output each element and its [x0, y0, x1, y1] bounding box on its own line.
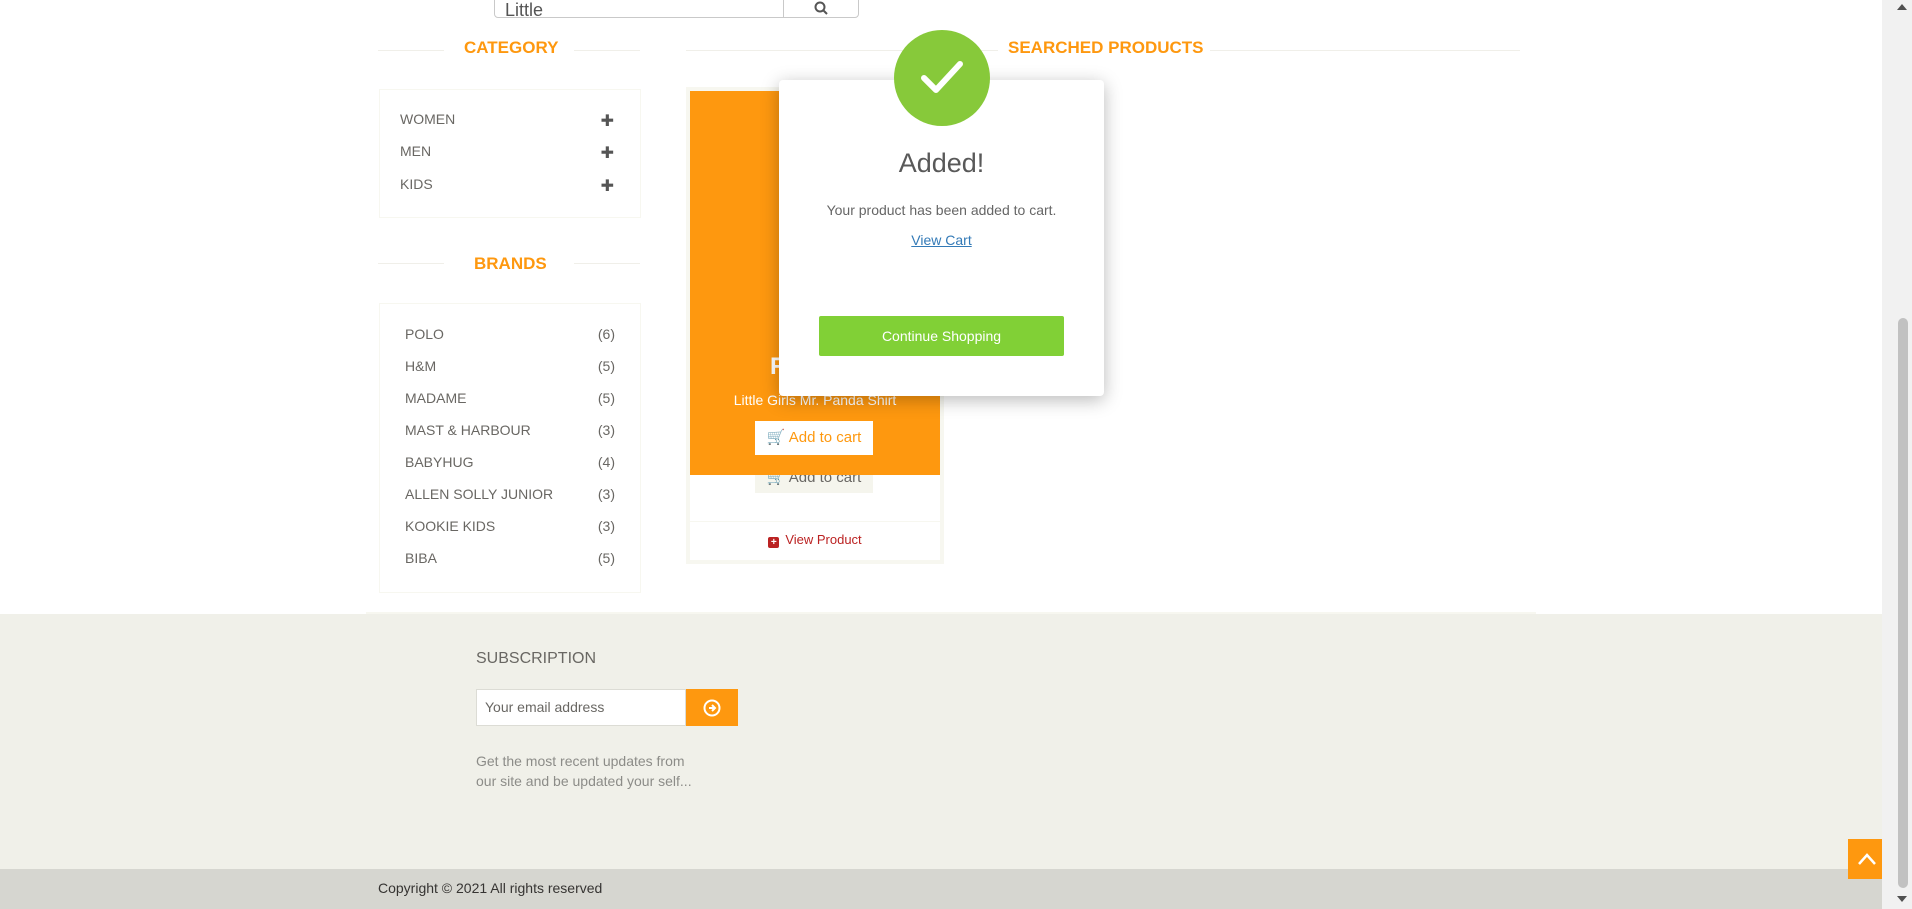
search-button[interactable]: [783, 0, 859, 18]
brands-title-line-right: [574, 263, 640, 264]
subscribe-button[interactable]: [686, 689, 738, 726]
plus-icon[interactable]: ✚: [601, 143, 614, 163]
search-icon: [814, 1, 828, 15]
chevron-up-icon: [1858, 853, 1876, 865]
search-input-value: Little: [505, 0, 544, 18]
category-item-men[interactable]: MEN ✚: [400, 143, 620, 163]
brands-panel: POLO (6) H&M (5) MADAME (5) MAST & HARBO…: [379, 303, 641, 593]
footer-widget: [0, 614, 1882, 869]
footer-bottom: [0, 869, 1882, 909]
email-field[interactable]: Your email address: [476, 689, 686, 726]
view-product-link[interactable]: + View Product: [690, 532, 940, 548]
brand-count: (6): [597, 326, 615, 342]
brand-name: BIBA: [405, 550, 437, 566]
added-to-cart-modal: Added! Your product has been added to ca…: [779, 80, 1104, 396]
view-cart-link[interactable]: View Cart: [779, 232, 1104, 248]
brands-title: BRANDS: [474, 254, 547, 273]
category-title-line-left: [378, 50, 444, 51]
brand-name: ALLEN SOLLY JUNIOR: [405, 486, 554, 502]
plus-icon[interactable]: ✚: [601, 111, 614, 131]
subscription-title: SUBSCRIPTION: [476, 650, 597, 667]
category-title: CATEGORY: [464, 38, 559, 57]
brand-count: (5): [597, 550, 615, 566]
add-to-cart-button[interactable]: 🛒 Add to cart: [755, 421, 873, 455]
brand-item[interactable]: BABYHUG (4): [405, 454, 615, 474]
modal-message: Your product has been added to cart.: [826, 202, 1057, 218]
plus-icon[interactable]: ✚: [601, 176, 614, 196]
brand-item[interactable]: MAST & HARBOUR (3): [405, 422, 615, 442]
category-title-line-right: [574, 50, 640, 51]
brand-item[interactable]: H&M (5): [405, 358, 615, 378]
copyright-text: Copyright © 2021 All rights reserved: [378, 880, 603, 896]
brand-name: MADAME: [405, 390, 467, 406]
brand-item[interactable]: ALLEN SOLLY JUNIOR (3): [405, 486, 615, 506]
brand-name: KOOKIE KIDS: [405, 518, 496, 534]
products-title: SEARCHED PRODUCTS: [1008, 38, 1204, 57]
category-label: WOMEN: [400, 111, 456, 127]
brand-count: (3): [597, 486, 615, 502]
success-check-icon: [894, 30, 990, 126]
modal-title: Added!: [898, 148, 985, 178]
arrow-circle-right-icon: [703, 699, 721, 717]
brand-count: (3): [597, 518, 615, 534]
brand-item[interactable]: POLO (6): [405, 326, 615, 346]
view-product-label: View Product: [785, 532, 862, 547]
brand-name: MAST & HARBOUR: [405, 422, 531, 438]
scroll-down-arrow-icon[interactable]: [1897, 896, 1907, 902]
brand-count: (5): [597, 390, 615, 406]
category-item-kids[interactable]: KIDS ✚: [400, 176, 620, 196]
brand-item[interactable]: KOOKIE KIDS (3): [405, 518, 615, 538]
brand-count: (3): [597, 422, 615, 438]
scroll-up-arrow-icon[interactable]: [1897, 4, 1907, 10]
continue-shopping-button[interactable]: Continue Shopping: [819, 316, 1064, 356]
search-input[interactable]: Little: [494, 0, 784, 18]
brand-name: BABYHUG: [405, 454, 474, 470]
brand-item[interactable]: MADAME (5): [405, 390, 615, 410]
category-item-women[interactable]: WOMEN ✚: [400, 111, 620, 131]
scrollbar-thumb[interactable]: [1898, 318, 1908, 888]
plus-square-icon: +: [768, 537, 780, 548]
scroll-up-button[interactable]: [1848, 839, 1886, 879]
brand-count: (4): [597, 454, 615, 470]
subscription-description: Get the most recent updates from our sit…: [476, 753, 692, 789]
category-label: MEN: [400, 143, 432, 159]
brand-count: (5): [597, 358, 615, 374]
brand-name: POLO: [405, 326, 444, 342]
products-title-line-right: [1210, 50, 1520, 51]
brands-title-line-left: [378, 263, 444, 264]
cart-icon: 🛒: [766, 429, 786, 446]
brand-item[interactable]: BIBA (5): [405, 550, 615, 570]
category-panel: WOMEN ✚ MEN ✚ KIDS ✚: [379, 89, 641, 218]
divider: [690, 521, 940, 522]
category-label: KIDS: [400, 176, 433, 192]
add-to-cart-label: Add to cart: [788, 429, 862, 446]
brand-name: H&M: [405, 358, 437, 374]
